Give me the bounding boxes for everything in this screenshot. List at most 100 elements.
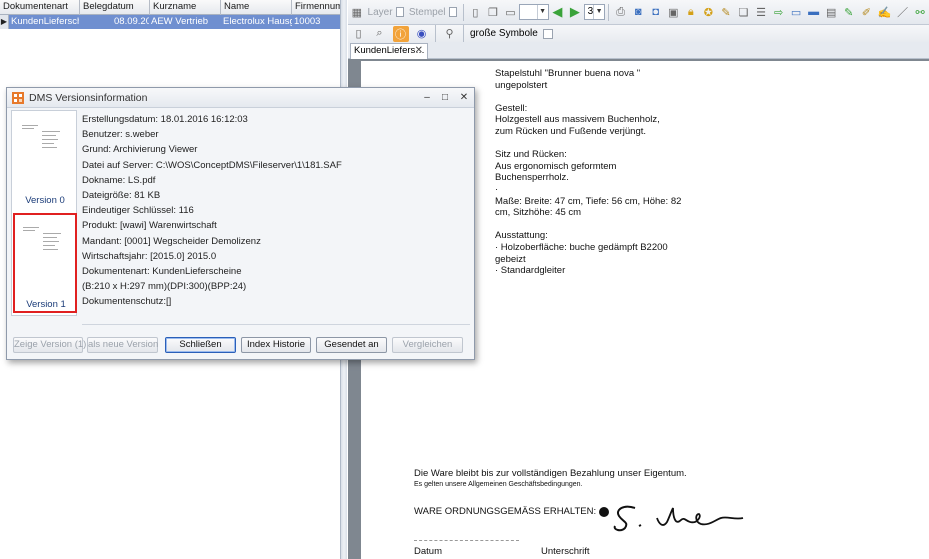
search-icon[interactable]: ⌕ — [372, 26, 388, 42]
column-header-name[interactable]: Name — [221, 0, 292, 15]
zoom-combo[interactable]: ▼ — [519, 4, 549, 20]
help-icon[interactable]: ◉ — [414, 26, 430, 42]
edit-icon[interactable]: ✐ — [860, 4, 873, 20]
print-icon[interactable]: ⎙ — [614, 4, 627, 20]
lock-icon[interactable]: 🔒︎ — [685, 4, 698, 20]
document-tabstrip — [348, 42, 929, 59]
document-text-line: Stapelstuhl "Brunner buena nova " — [495, 68, 641, 79]
receipt-label: WARE ORDNUNGSGEMÄSS ERHALTEN: — [414, 506, 597, 517]
index-historie-button[interactable]: Index Historie — [241, 337, 311, 353]
grosse-symbole-checkbox[interactable] — [542, 28, 553, 39]
signature-image — [599, 505, 744, 532]
version-info-field: Eindeutiger Schlüssel: 116 — [82, 205, 194, 217]
version-0-thumbnail[interactable]: Version 0 — [14, 113, 76, 209]
version-info-field: Benutzer: s.weber — [82, 129, 159, 141]
monitor-icon[interactable]: ▭ — [790, 4, 803, 20]
version-info-field: Dokname: LS.pdf — [82, 174, 156, 186]
paperclip-icon[interactable]: ⚲ — [442, 26, 458, 42]
als-neue-version-button[interactable]: als neue Version — [87, 337, 158, 353]
version-1-thumbnail[interactable]: Version 1 — [13, 213, 77, 313]
grosse-symbole-label: große Symbole — [470, 28, 538, 39]
scan-icon[interactable]: ◘ — [649, 4, 662, 20]
toolbar-divider — [608, 3, 609, 21]
viewer-toolbar-secondary: ▯ ⌕ ⓘ ◉ ⚲ große Symbole — [348, 25, 929, 42]
row-indicator-icon: ▶ — [0, 15, 9, 29]
version-info-field: Datei auf Server: C:\WOS\ConceptDMS\File… — [82, 159, 342, 171]
version-0-label: Version 0 — [25, 195, 65, 206]
table-row[interactable]: ▶ KundenLiefersch… 08.09.2011 AEW Vertri… — [0, 15, 345, 29]
document-text-line: · Standardgleiter — [495, 265, 566, 277]
arrow-left-icon[interactable]: ◀ — [551, 4, 564, 20]
document-text-line: Ausstattung: — [495, 230, 548, 242]
layer-checkbox[interactable] — [395, 7, 404, 17]
version-info-field: (B:210 x H:297 mm)(DPI:300)(BPP:24) — [82, 281, 247, 293]
document-text-line: Buchensperrholz. — [495, 172, 569, 184]
version-thumbnail-list: Version 0 Version 1 — [11, 110, 77, 316]
tab-document[interactable]: KundenLiefers… ✕ — [350, 43, 428, 59]
column-header-belegdatum[interactable]: Belegdatum — [80, 0, 150, 15]
page-preview — [18, 117, 72, 189]
document-text-line: Gestell: — [495, 102, 528, 114]
viewer-toolbar: ▦ Layer Stempel ▯ ❐ ▭ ▼ ◀ ▶ 3 ▼ ⎙ ◙ ◘ ▣ 🔒… — [348, 0, 929, 25]
document-text-line: ungepolstert — [495, 79, 548, 91]
document-text-line: · Holzoberfläche: buche gedämpft B2200 — [495, 242, 668, 253]
tag-icon[interactable]: ✎ — [843, 4, 856, 20]
cell-dokumentenart[interactable]: KundenLiefersch… — [9, 15, 79, 29]
highlight-icon[interactable]: ✍ — [878, 4, 892, 20]
column-header-dokumentenart[interactable]: Dokumentenart — [0, 0, 80, 15]
document-text-line: zum Rücken und Fußende verjüngt. — [495, 126, 647, 137]
cell-name[interactable]: Electrolux Hausg… — [221, 15, 292, 29]
document-text-line: Holzgestell aus massivem Buchenholz, — [495, 114, 660, 126]
stempel-checkbox[interactable] — [448, 7, 457, 17]
footer-ownership-text: Die Ware bleibt bis zur vollständigen Be… — [414, 468, 687, 479]
page-preview — [19, 219, 73, 291]
cell-kurzname[interactable]: AEW Vertrieb — [149, 15, 221, 29]
chevron-down-icon[interactable]: ▼ — [536, 5, 548, 19]
version-info-field: Grund: Archivierung Viewer — [82, 144, 198, 156]
chevron-down-icon[interactable]: ▼ — [593, 5, 604, 19]
link-icon[interactable]: ⚯ — [914, 4, 927, 20]
stempel-label: Stempel — [408, 6, 446, 18]
table-icon[interactable]: ▤ — [825, 4, 838, 20]
note-icon[interactable]: ✎ — [720, 4, 733, 20]
window-icon[interactable]: ▬ — [807, 4, 820, 20]
toolbar-divider — [462, 3, 464, 21]
unterschrift-label: Unterschrift — [541, 546, 590, 557]
maximize-icon[interactable]: □ — [438, 91, 452, 104]
pen-icon[interactable]: ／ — [896, 4, 909, 20]
export-icon[interactable]: ⇨ — [772, 4, 785, 20]
version-info-field: Erstellungsdatum: 18.01.2016 16:12:03 — [82, 114, 248, 125]
page-number-combo[interactable]: 3 ▼ — [583, 4, 606, 20]
gesendet-an-button[interactable]: Gesendet an — [316, 337, 387, 353]
disk-icon[interactable]: ▣ — [667, 4, 680, 20]
arrow-right-icon[interactable]: ▶ — [569, 4, 582, 20]
copy-icon[interactable]: ❏ — [737, 4, 750, 20]
version-1-label: Version 1 — [26, 299, 66, 310]
layer-label: Layer — [367, 6, 393, 18]
minimize-icon[interactable]: – — [420, 91, 434, 104]
column-header-kurzname[interactable]: Kurzname — [150, 0, 221, 15]
vergleichen-button[interactable]: Vergleichen — [392, 337, 463, 353]
page-icon[interactable]: ▯ — [469, 4, 482, 20]
cell-belegdatum[interactable]: 08.09.2011 — [79, 15, 149, 29]
page-copy-icon[interactable]: ❐ — [487, 4, 500, 20]
page-icon[interactable]: ▯ — [351, 26, 367, 42]
document-text-line: Aus ergonomisch geformtem — [495, 160, 617, 172]
grid-icon[interactable]: ▦ — [351, 4, 364, 20]
version-info-field: Wirtschaftsjahr: [2015.0] 2015.0 — [82, 250, 217, 262]
cell-firmennummer[interactable]: 10003 — [292, 15, 345, 29]
toolbar-divider — [463, 25, 464, 42]
stamp-icon[interactable]: ✪ — [702, 4, 715, 20]
close-icon[interactable]: ✕ — [457, 91, 471, 104]
version-info-field: Mandant: [0001] Wegscheider Demolizenz — [82, 235, 261, 247]
close-icon[interactable]: ✕ — [415, 44, 423, 58]
camera-icon[interactable]: ◙ — [632, 4, 645, 20]
zeige-version-button[interactable]: Zeige Version (1) — [13, 337, 86, 353]
schliessen-button[interactable]: Schließen — [165, 337, 236, 353]
info-icon[interactable]: ⓘ — [392, 25, 409, 42]
column-header-firmennummer[interactable]: Firmennumm — [292, 0, 345, 15]
list-icon[interactable]: ☰ — [755, 4, 768, 20]
page-layout-icon[interactable]: ▭ — [504, 4, 517, 20]
version-info-field: Dokumentenart: KundenLieferscheine — [82, 266, 242, 277]
dialog-divider — [82, 324, 470, 325]
